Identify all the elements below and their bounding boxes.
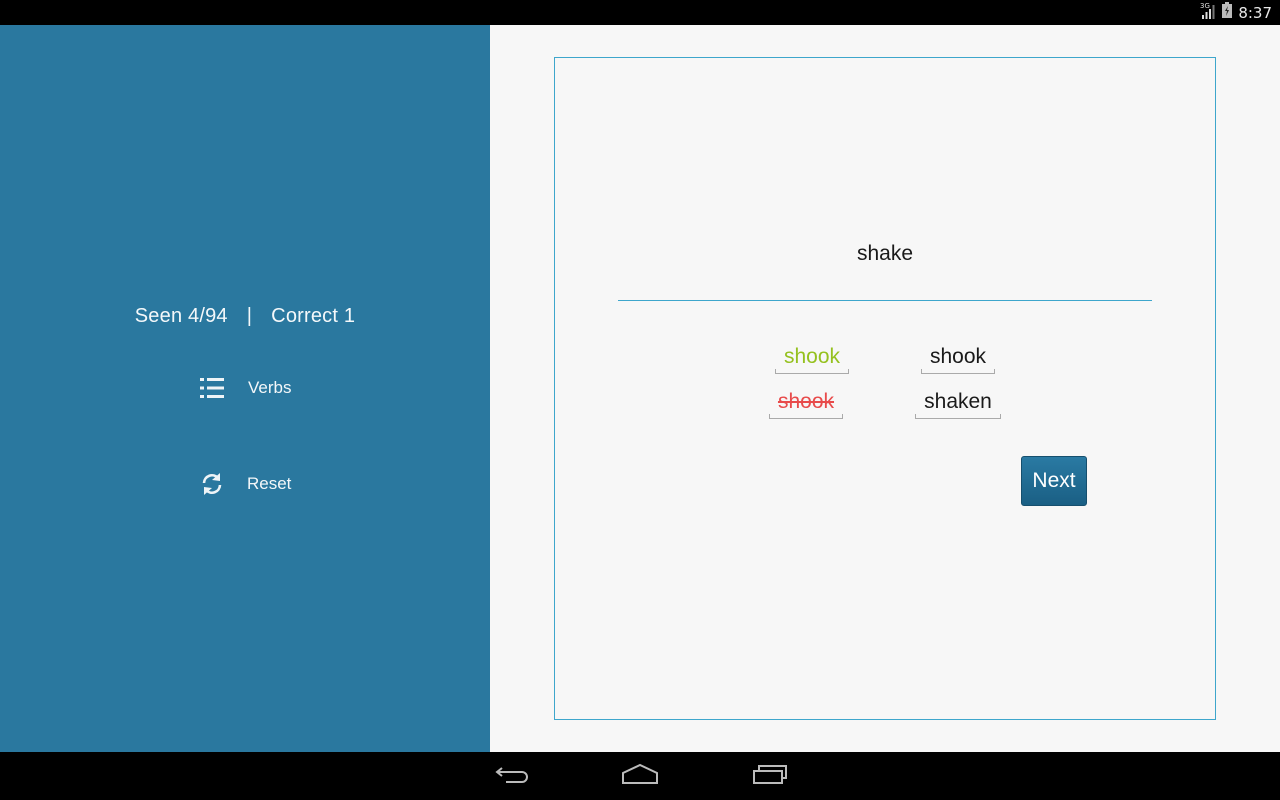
svg-text:3G: 3G	[1200, 2, 1210, 10]
navigation-bar	[0, 752, 1280, 800]
signal-3g-icon: 3G	[1200, 1, 1216, 24]
list-icon	[196, 372, 228, 404]
sidebar-item-verbs[interactable]: Verbs	[196, 371, 291, 405]
recent-apps-button[interactable]	[750, 762, 790, 790]
clock: 8:37	[1238, 3, 1272, 22]
past-participle-correct: shaken	[915, 389, 1001, 419]
sidebar-item-label: Reset	[247, 474, 292, 493]
correct-count: Correct 1	[271, 305, 356, 327]
sidebar: Seen 4/94 | Correct 1 Verbs Reset	[0, 25, 490, 752]
home-icon	[621, 763, 659, 790]
divider	[618, 300, 1152, 301]
battery-charging-icon	[1222, 2, 1233, 23]
back-icon	[494, 764, 530, 789]
past-simple-answer[interactable]: shook	[775, 344, 849, 374]
back-button[interactable]	[492, 762, 532, 790]
refresh-icon	[196, 468, 228, 500]
verb-prompt: shake	[856, 242, 914, 265]
answer-text: shook	[777, 390, 835, 413]
main-content: shake shook shook shook shaken Next	[490, 25, 1280, 752]
past-simple-correct: shook	[921, 344, 995, 374]
sidebar-item-reset[interactable]: Reset	[196, 467, 291, 501]
answer-text: shook	[783, 345, 841, 368]
status-bar: 3G 8:37	[0, 0, 1280, 25]
next-button[interactable]: Next	[1021, 456, 1087, 506]
answer-text: shook	[929, 345, 987, 368]
quiz-card: shake shook shook shook shaken Next	[554, 57, 1216, 720]
answer-text: shaken	[924, 390, 992, 413]
recent-apps-icon	[752, 763, 788, 790]
score-summary: Seen 4/94 | Correct 1	[0, 305, 490, 328]
seen-count: Seen 4/94	[134, 305, 228, 327]
past-participle-answer[interactable]: shook	[769, 389, 843, 419]
home-button[interactable]	[620, 762, 660, 790]
score-separator: |	[246, 305, 253, 327]
sidebar-item-label: Verbs	[248, 378, 292, 397]
